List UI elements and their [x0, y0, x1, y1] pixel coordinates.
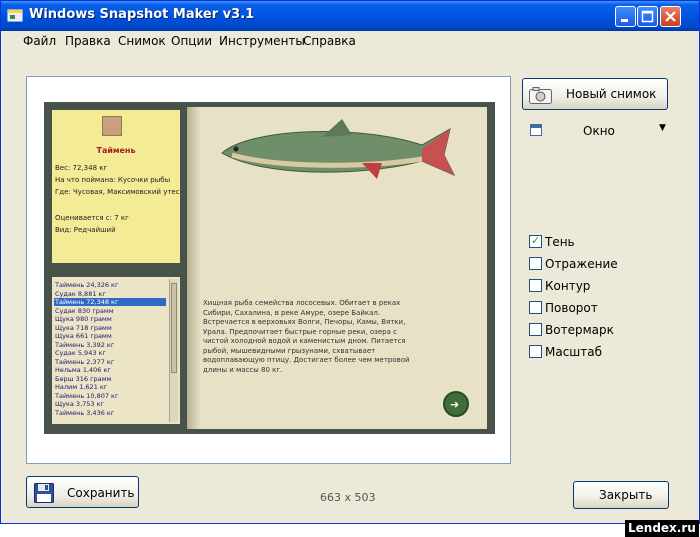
scale-checkbox[interactable] — [529, 345, 542, 358]
menu-edit[interactable]: Правка — [65, 34, 111, 48]
reflection-checkbox[interactable] — [529, 257, 542, 270]
app-window: Windows Snapshot Maker v3.1 Файл Правка … — [0, 0, 700, 524]
menu-snapshot[interactable]: Снимок — [118, 34, 166, 48]
close-label: Закрыть — [599, 488, 653, 502]
option-rotate[interactable]: Поворот — [529, 301, 669, 315]
save-button[interactable]: Сохранить — [26, 476, 139, 508]
rotate-label: Поворот — [545, 301, 598, 315]
window-title: Windows Snapshot Maker v3.1 — [29, 7, 255, 22]
fish-info-note: Таймень Вес: 72,348 кг На что поймана: К… — [52, 110, 180, 263]
arrow-right-icon: ➜ — [450, 398, 460, 411]
fish-bait: На что поймана: Кусочки рыбы — [55, 176, 171, 184]
floppy-disk-icon — [34, 483, 54, 503]
site-watermark: Lendex.ru — [625, 520, 699, 537]
shadow-label: Тень — [545, 235, 575, 249]
list-item: Щука 980 грамм — [55, 315, 112, 323]
maximize-button[interactable] — [637, 6, 658, 27]
watermark-checkbox[interactable] — [529, 323, 542, 336]
close-icon — [665, 11, 676, 22]
captured-window: Таймень Вес: 72,348 кг На что поймана: К… — [44, 102, 495, 434]
fish-description: Хищная рыба семейства лососевых. Обитает… — [203, 299, 410, 374]
capture-mode-value: Окно — [583, 124, 615, 138]
list-item: Таймень 3,392 кг — [55, 340, 115, 349]
list-item: Берш 316 грамм — [55, 374, 112, 383]
minimize-button[interactable] — [615, 6, 636, 27]
book-page: Хищная рыба семейства лососевых. Обитает… — [187, 107, 487, 429]
option-watermark[interactable]: Вотермарк — [529, 323, 669, 337]
next-page-button: ➜ — [443, 391, 469, 417]
fish-weight: Вес: 72,348 кг — [55, 164, 108, 172]
option-scale[interactable]: Масштаб — [529, 345, 669, 359]
menu-options[interactable]: Опции — [171, 34, 212, 48]
maximize-icon — [641, 10, 654, 23]
list-item: Щука 3,753 кг — [55, 400, 104, 408]
option-shadow[interactable]: ✓ Тень — [529, 234, 669, 249]
snapshot-preview[interactable]: Таймень Вес: 72,348 кг На что поймана: К… — [26, 76, 511, 464]
list-item: Нельма 1,406 кг — [55, 366, 111, 374]
fish-image — [221, 119, 456, 179]
fish-rarity: Вид: Редчайший — [55, 226, 116, 234]
option-outline[interactable]: Контур — [529, 279, 669, 293]
outline-label: Контур — [545, 279, 591, 293]
fish-location: Где: Чусовая, Максимовский утес — [55, 188, 180, 196]
window-icon — [530, 124, 542, 136]
new-snapshot-label: Новый снимок — [566, 87, 657, 101]
option-reflection[interactable]: Отражение — [529, 257, 669, 271]
close-window-button[interactable] — [660, 6, 681, 27]
list-item: Судак 830 грамм — [55, 306, 114, 315]
shadow-checkbox[interactable]: ✓ — [529, 234, 542, 248]
rotate-checkbox[interactable] — [529, 301, 542, 314]
list-item: Таймень 10,807 кг — [55, 391, 119, 400]
note-sticker — [102, 116, 122, 136]
list-item: Таймень 72,348 кг — [54, 298, 166, 306]
list-item: Налим 1,621 кг — [55, 383, 108, 391]
save-label: Сохранить — [67, 486, 135, 500]
camera-icon — [529, 87, 552, 104]
outline-checkbox[interactable] — [529, 279, 542, 292]
fish-min-weight: Оценивается с: 7 кг — [55, 214, 129, 222]
list-item: Судак 5,943 кг — [55, 349, 106, 357]
app-icon — [7, 9, 23, 22]
list-item: Таймень 3,436 кг — [55, 408, 115, 417]
dropdown-arrow-icon: ▼ — [659, 123, 666, 133]
checkmark-icon: ✓ — [531, 234, 541, 247]
list-scrollbar — [169, 279, 178, 422]
reflection-label: Отражение — [545, 257, 618, 271]
new-snapshot-button[interactable]: Новый снимок — [522, 78, 668, 110]
list-item: Судак 8,881 кг — [55, 289, 106, 298]
menu-help[interactable]: Справка — [303, 34, 356, 48]
catch-list: Таймень 24,326 кг Судак 8,881 кг Таймень 7… — [52, 277, 180, 424]
image-resolution: 663 x 503 — [320, 491, 376, 504]
menu-tools[interactable]: Инструменты — [219, 34, 305, 48]
list-item: Таймень 2,377 кг — [55, 357, 115, 366]
capture-mode-dropdown[interactable]: Окно ▼ — [523, 123, 669, 139]
scale-label: Масштаб — [545, 345, 603, 359]
menu-file[interactable]: Файл — [23, 34, 56, 48]
minimize-icon — [621, 19, 628, 22]
list-item: Таймень 24,326 кг — [55, 281, 119, 289]
list-item: Щука 718 грамм — [55, 323, 112, 332]
menu-bar: Файл Правка Снимок Опции Инструменты Спр… — [1, 31, 699, 51]
close-button[interactable]: Закрыть — [573, 481, 669, 509]
title-bar[interactable]: Windows Snapshot Maker v3.1 — [1, 1, 699, 31]
list-item: Щука 661 грамм — [55, 332, 112, 340]
fish-name: Таймень — [96, 146, 136, 155]
watermark-label: Вотермарк — [545, 323, 614, 337]
